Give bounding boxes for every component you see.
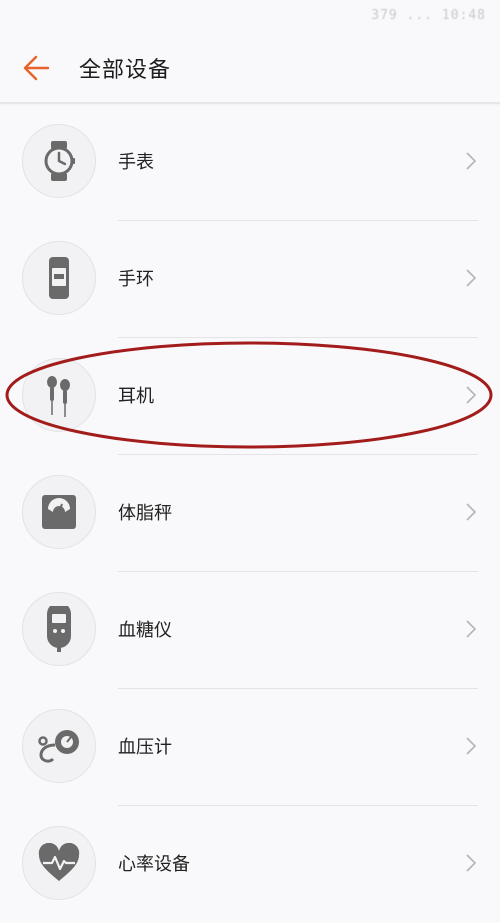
device-row-heart-rate[interactable]: 心率设备 <box>0 806 500 923</box>
body-scale-icon <box>42 495 76 529</box>
watch-icon <box>44 141 75 181</box>
device-row-watch[interactable]: 手表 <box>0 104 500 221</box>
device-icon-circle <box>22 826 96 900</box>
device-icon-circle <box>22 475 96 549</box>
chevron-right-icon <box>466 620 477 638</box>
status-bar: 379 ... 10:48 <box>0 0 500 34</box>
device-row-blood-pressure[interactable]: 血压计 <box>0 689 500 806</box>
chevron-right-icon <box>466 737 477 755</box>
blood-pressure-icon <box>38 730 79 763</box>
heart-rate-icon <box>38 843 80 881</box>
device-icon-circle <box>22 709 96 783</box>
device-label: 心率设备 <box>118 854 190 875</box>
band-icon <box>49 257 69 299</box>
device-list: 手表 手环 耳机 体脂秤 血糖仪 血压计 心率设备 <box>0 104 500 923</box>
device-label: 体脂秤 <box>118 503 172 524</box>
device-icon-circle <box>22 358 96 432</box>
page-title: 全部设备 <box>79 58 172 83</box>
device-row-band[interactable]: 手环 <box>0 221 500 338</box>
device-label: 血压计 <box>118 737 172 758</box>
earphones-icon <box>47 376 70 417</box>
device-row-body-scale[interactable]: 体脂秤 <box>0 455 500 572</box>
chevron-right-icon <box>466 386 477 404</box>
back-arrow-icon <box>23 55 50 81</box>
chevron-right-icon <box>466 503 477 521</box>
device-label: 手表 <box>118 152 154 173</box>
device-icon-circle <box>22 124 96 198</box>
device-label: 耳机 <box>118 386 154 407</box>
device-row-earphones[interactable]: 耳机 <box>0 338 500 455</box>
device-icon-circle <box>22 241 96 315</box>
back-button[interactable] <box>18 48 58 88</box>
device-icon-circle <box>22 592 96 666</box>
chevron-right-icon <box>466 269 477 287</box>
device-label: 血糖仪 <box>118 620 172 641</box>
glucose-meter-icon <box>47 606 71 652</box>
chevron-right-icon <box>466 854 477 872</box>
header: 全部设备 <box>0 34 500 104</box>
status-bar-text: 379 ... 10:48 <box>371 8 486 23</box>
chevron-right-icon <box>466 152 477 170</box>
device-row-glucose-meter[interactable]: 血糖仪 <box>0 572 500 689</box>
device-label: 手环 <box>118 269 154 290</box>
